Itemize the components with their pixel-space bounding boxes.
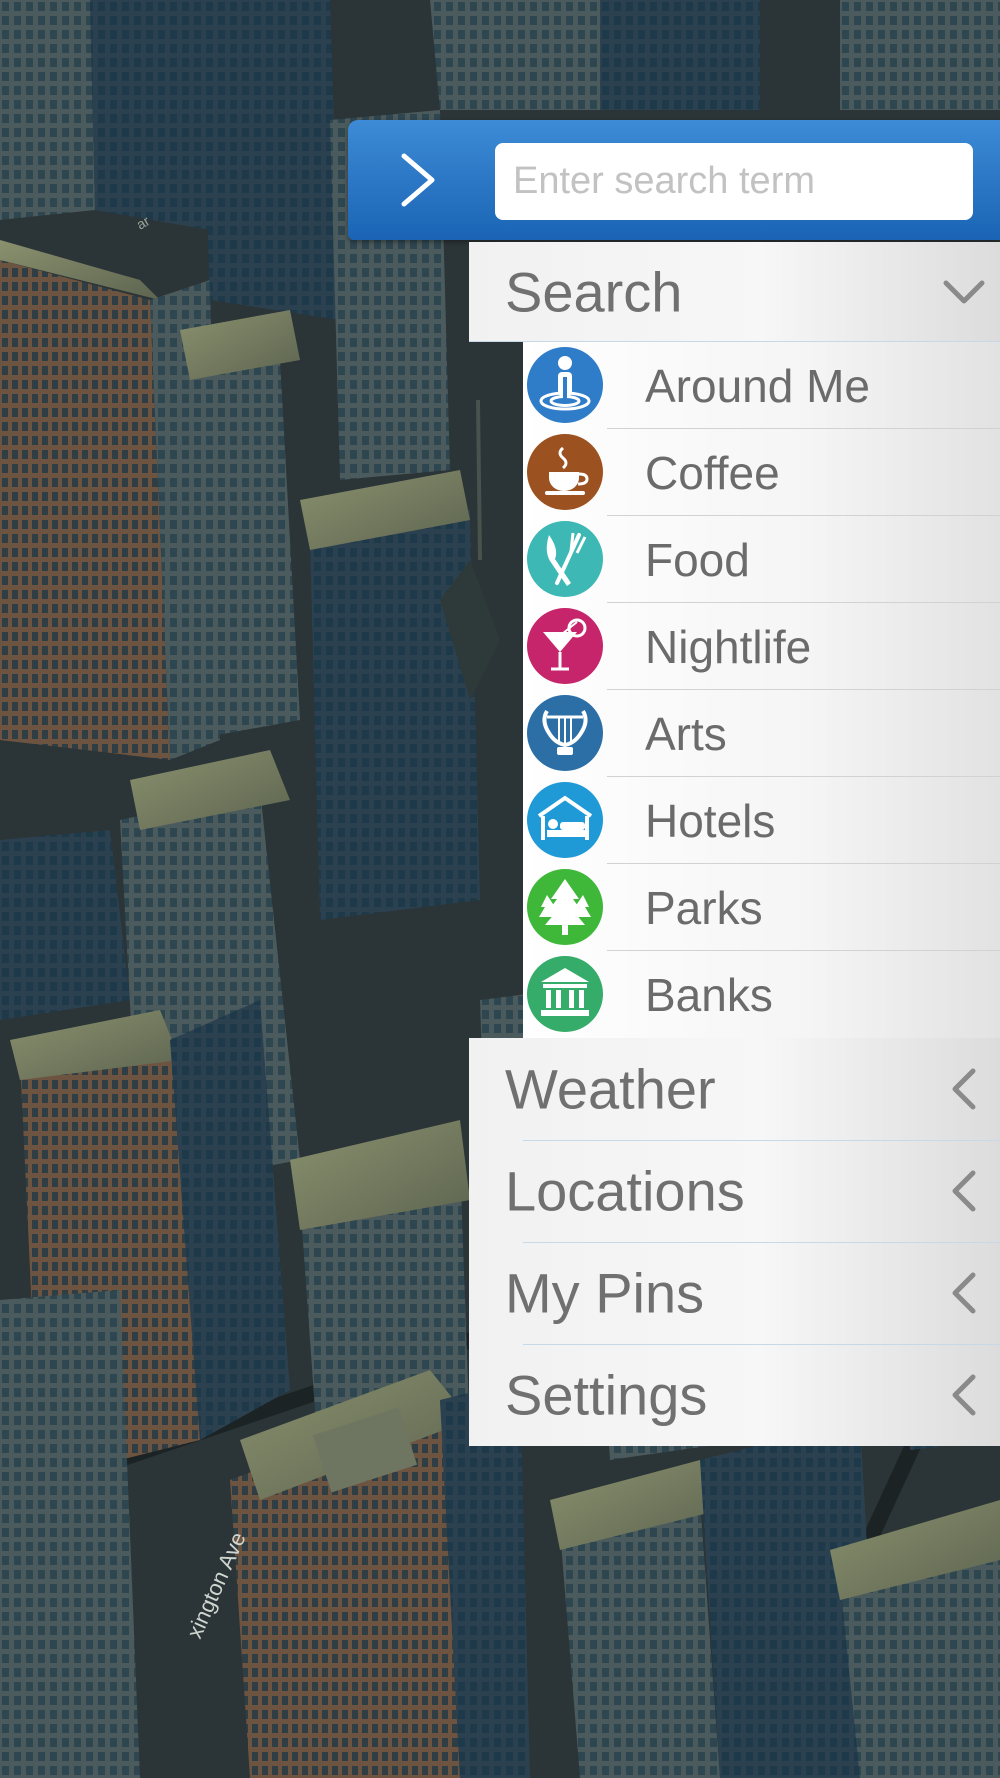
coffee-cup-icon xyxy=(527,434,603,510)
section-locations[interactable]: Locations xyxy=(469,1140,1000,1242)
cocktail-icon xyxy=(527,608,603,684)
chevron-right-icon xyxy=(401,153,435,207)
chevron-down-icon xyxy=(942,270,986,314)
section-settings-label: Settings xyxy=(505,1363,708,1427)
category-label: Hotels xyxy=(645,794,776,847)
chevron-left-icon xyxy=(942,1271,986,1315)
menu-toggle-button[interactable] xyxy=(348,120,488,240)
category-hotels[interactable]: Hotels xyxy=(523,777,1000,864)
section-search-label: Search xyxy=(505,260,683,323)
side-menu: Search Around Me Coffee Food Nightlife A… xyxy=(469,242,1000,1446)
chevron-left-icon xyxy=(942,1373,986,1417)
trees-icon xyxy=(527,869,603,945)
category-label: Banks xyxy=(645,968,773,1021)
lyre-icon xyxy=(527,695,603,771)
category-food[interactable]: Food xyxy=(523,516,1000,603)
section-settings[interactable]: Settings xyxy=(469,1344,1000,1446)
category-parks[interactable]: Parks xyxy=(523,864,1000,951)
category-label: Arts xyxy=(645,707,727,760)
search-bar xyxy=(348,120,1000,240)
around-me-icon xyxy=(527,347,603,423)
section-my-pins[interactable]: My Pins xyxy=(469,1242,1000,1344)
search-input[interactable] xyxy=(495,143,973,220)
chevron-left-icon xyxy=(942,1067,986,1111)
category-nightlife[interactable]: Nightlife xyxy=(523,603,1000,690)
bank-building-icon xyxy=(527,956,603,1032)
category-coffee[interactable]: Coffee xyxy=(523,429,1000,516)
hotel-bed-icon xyxy=(527,782,603,858)
chevron-left-icon xyxy=(942,1169,986,1213)
category-label: Parks xyxy=(645,881,763,934)
section-weather[interactable]: Weather xyxy=(469,1038,1000,1140)
category-label: Around Me xyxy=(645,359,871,412)
category-label: Food xyxy=(645,533,750,586)
section-search[interactable]: Search xyxy=(469,242,1000,342)
knife-fork-icon xyxy=(527,521,603,597)
category-list: Around Me Coffee Food Nightlife Arts Hot… xyxy=(523,342,1000,1038)
category-label: Coffee xyxy=(645,446,780,499)
category-label: Nightlife xyxy=(645,620,812,673)
section-locations-label: Locations xyxy=(505,1159,745,1223)
category-banks[interactable]: Banks xyxy=(523,951,1000,1038)
category-arts[interactable]: Arts xyxy=(523,690,1000,777)
section-weather-label: Weather xyxy=(505,1057,716,1121)
section-my-pins-label: My Pins xyxy=(505,1261,705,1325)
category-around-me[interactable]: Around Me xyxy=(523,342,1000,429)
